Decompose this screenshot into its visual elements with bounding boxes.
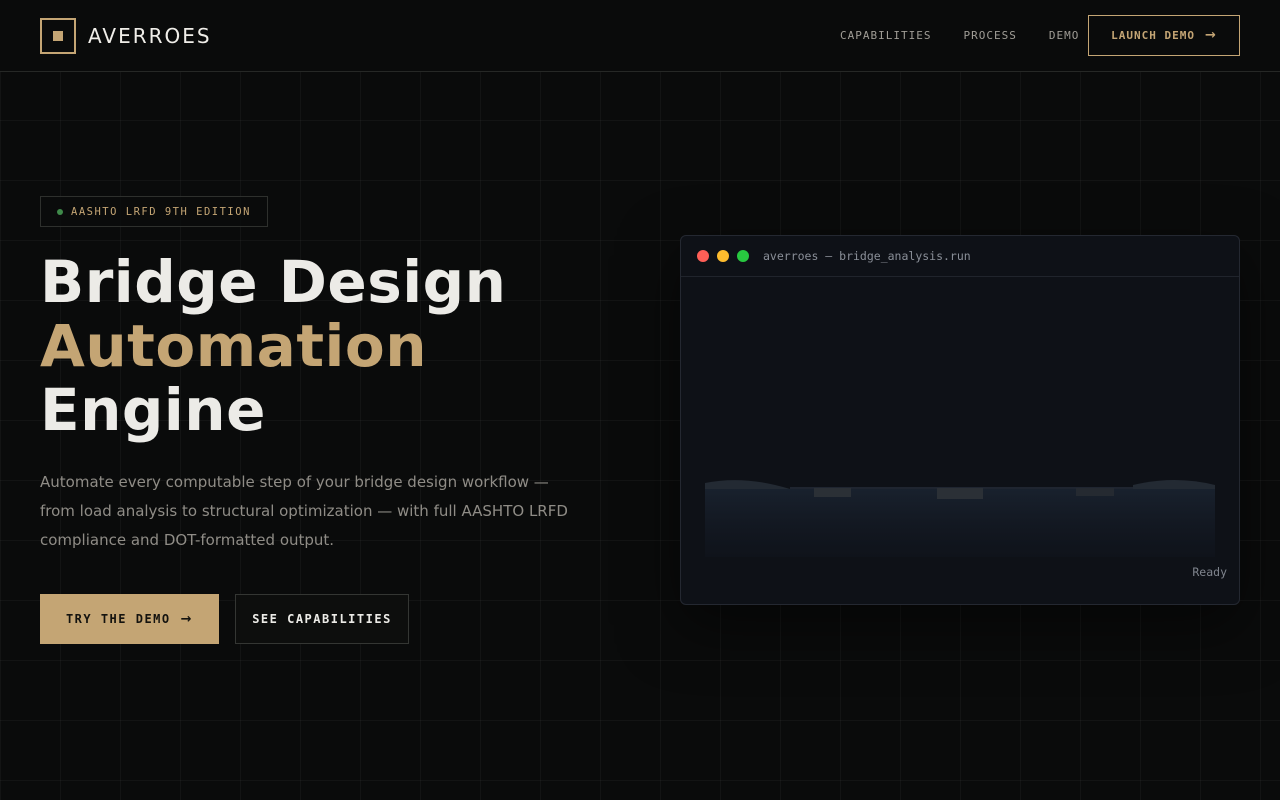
terminal-title: averroes — bridge_analysis.run <box>763 249 971 263</box>
left-abutment <box>705 480 790 489</box>
brand-logo[interactable]: AVERROES <box>40 18 212 54</box>
nav-link-capabilities[interactable]: CAPABILITIES <box>840 29 931 42</box>
headline-line-2: Automation <box>40 312 428 380</box>
close-dot-icon[interactable] <box>697 250 709 262</box>
nav-link-process[interactable]: PROCESS <box>963 29 1016 42</box>
maximize-dot-icon[interactable] <box>737 250 749 262</box>
nav-link-demo[interactable]: DEMO <box>1049 29 1080 42</box>
nav-links: CAPABILITIES PROCESS DEMO <box>840 29 1111 42</box>
right-abutment <box>1133 480 1215 489</box>
terminal-title-bar: averroes — bridge_analysis.run <box>681 236 1239 277</box>
arrow-right-icon: → <box>1204 28 1217 43</box>
top-nav: AVERROES CAPABILITIES PROCESS DEMO LAUNC… <box>0 0 1280 72</box>
edition-badge: AASHTO LRFD 9TH EDITION <box>40 196 268 227</box>
try-demo-label: TRY THE DEMO <box>65 612 171 626</box>
headline-line-3: Engine <box>40 376 266 444</box>
see-capabilities-button[interactable]: SEE CAPABILITIES <box>235 594 409 644</box>
minimize-dot-icon[interactable] <box>717 250 729 262</box>
see-capabilities-label: SEE CAPABILITIES <box>252 612 392 626</box>
girder-segment <box>937 488 983 499</box>
edition-badge-label: AASHTO LRFD 9TH EDITION <box>71 205 251 218</box>
girder-segment <box>1076 488 1114 496</box>
terminal-window: averroes — bridge_analysis.run Ready <box>680 235 1240 605</box>
square-logo-icon <box>40 18 76 54</box>
bridge-visualization <box>705 480 1215 557</box>
water-area <box>705 489 1215 557</box>
hero-headline: Bridge Design Automation Engine <box>40 250 506 442</box>
hero-subtitle: Automate every computable step of your b… <box>40 473 568 549</box>
try-demo-button[interactable]: TRY THE DEMO → <box>40 594 219 644</box>
launch-demo-button[interactable]: LAUNCH DEMO → <box>1088 15 1240 56</box>
headline-line-1: Bridge Design <box>40 248 507 316</box>
status-dot-icon <box>57 208 63 215</box>
brand-name: AVERROES <box>88 24 212 48</box>
arrow-right-icon: → <box>180 611 194 627</box>
terminal-status: Ready <box>1192 565 1227 579</box>
terminal-body: Ready <box>681 277 1239 604</box>
launch-demo-label: LAUNCH DEMO <box>1111 29 1195 42</box>
girder-segment <box>814 488 851 497</box>
